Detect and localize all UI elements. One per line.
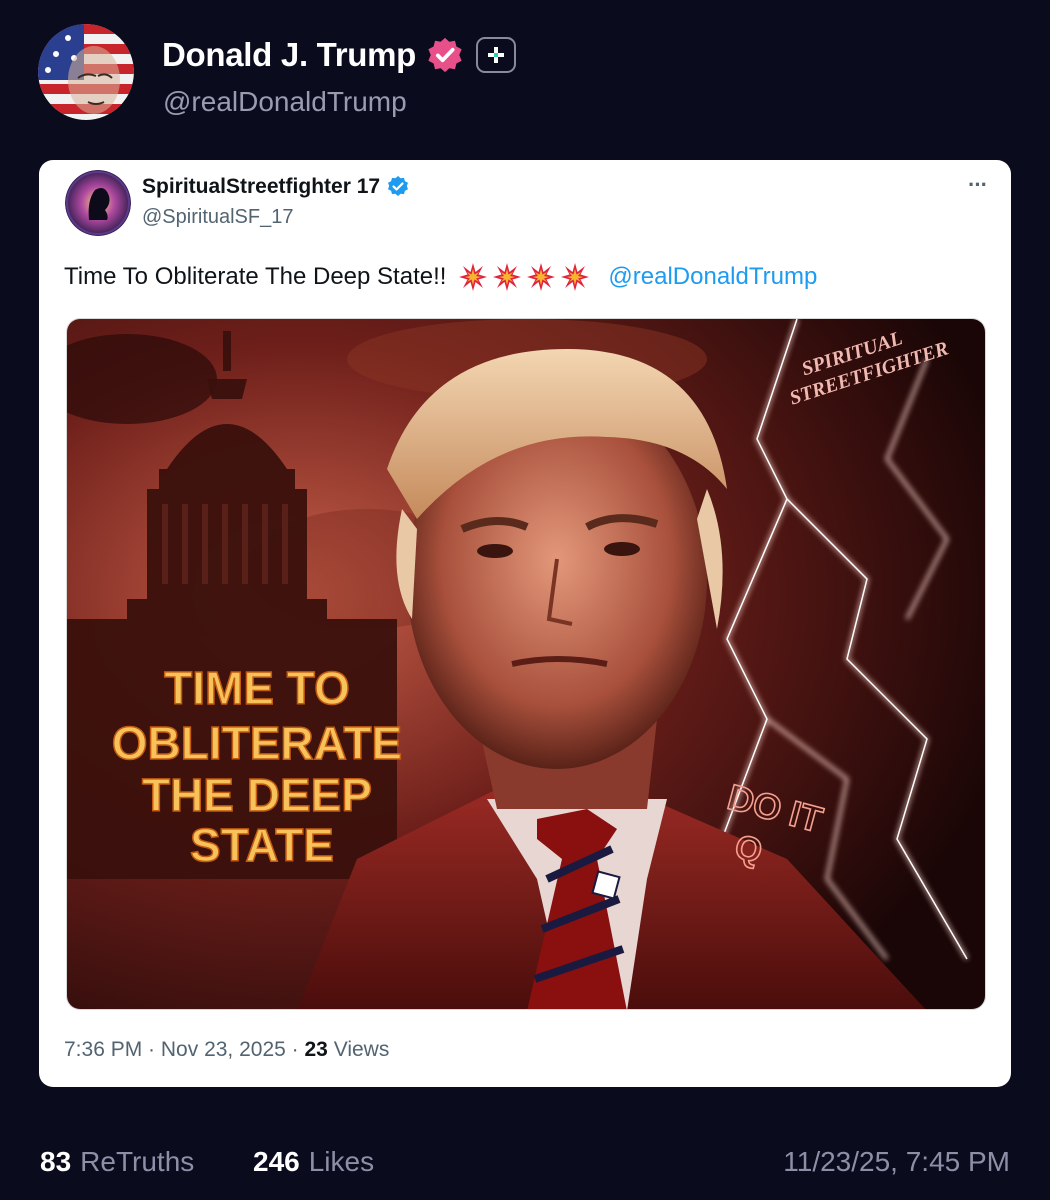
more-options-icon[interactable]: ··· (968, 174, 988, 196)
blue-check-icon (388, 176, 409, 196)
quoted-author-name[interactable]: SpiritualStreetfighter 17 (142, 175, 380, 199)
mention-link[interactable]: @realDonaldTrump (608, 263, 817, 291)
author-name-row: Donald J. Trump (162, 36, 517, 74)
author-display-name[interactable]: Donald J. Trump (162, 36, 416, 74)
plus-icon (488, 47, 505, 63)
author-handle[interactable]: @realDonaldTrump (163, 86, 407, 118)
quoted-post-date[interactable]: Nov 23, 2025 (161, 1038, 286, 1062)
post-header: Donald J. Trump @realDonaldTrump (38, 24, 1018, 124)
quoted-post-meta: 7:36 PM · Nov 23, 2025 · 23 Views (64, 1038, 389, 1062)
collision-emoji-icon (561, 263, 590, 291)
quoted-post-card[interactable]: SpiritualStreetfighter 17 @SpiritualSF_1… (39, 160, 1011, 1087)
image-headline-line: OBLITERATE (112, 717, 402, 769)
image-headline-line: STATE (190, 819, 334, 871)
views-count: 23 (304, 1038, 328, 1061)
likes-label: Likes (308, 1146, 375, 1177)
retruths-stat[interactable]: 83 ReTruths (40, 1146, 194, 1178)
quoted-post-image[interactable]: TIME TO OBLITERATE THE DEEP STATE SPIRIT… (66, 318, 986, 1010)
quoted-author-handle[interactable]: @SpiritualSF_17 (142, 206, 293, 229)
author-avatar[interactable] (38, 24, 134, 120)
retruths-label: ReTruths (80, 1146, 195, 1177)
meta-separator: · (142, 1038, 161, 1061)
retruths-count: 83 (40, 1146, 72, 1177)
image-headline-line: TIME TO (164, 662, 350, 714)
image-headline-line: THE DEEP (142, 769, 372, 821)
quoted-post-text: Time To Obliterate The Deep State!! @rea… (64, 262, 817, 292)
collision-emoji-icon (493, 263, 522, 291)
verified-badge-icon (428, 37, 462, 73)
quoted-name-row: SpiritualStreetfighter 17 (142, 175, 410, 199)
views-label: Views (333, 1038, 390, 1061)
collision-emoji-group (458, 262, 590, 292)
quoted-author-avatar[interactable] (65, 170, 131, 236)
likes-count: 246 (253, 1146, 300, 1177)
meta-separator: · (285, 1038, 305, 1061)
post-timestamp: 11/23/25, 7:45 PM (783, 1146, 1010, 1177)
collision-emoji-icon (527, 263, 556, 291)
post-stats-bar: 83 ReTruths 246 Likes 11/23/25, 7:45 PM (40, 1146, 1010, 1186)
quoted-text-body: Time To Obliterate The Deep State!! (64, 263, 447, 290)
follow-button[interactable] (476, 37, 517, 73)
quoted-post-time[interactable]: 7:36 PM (64, 1038, 142, 1062)
likes-stat[interactable]: 246 Likes (253, 1146, 374, 1178)
collision-emoji-icon (459, 263, 488, 291)
